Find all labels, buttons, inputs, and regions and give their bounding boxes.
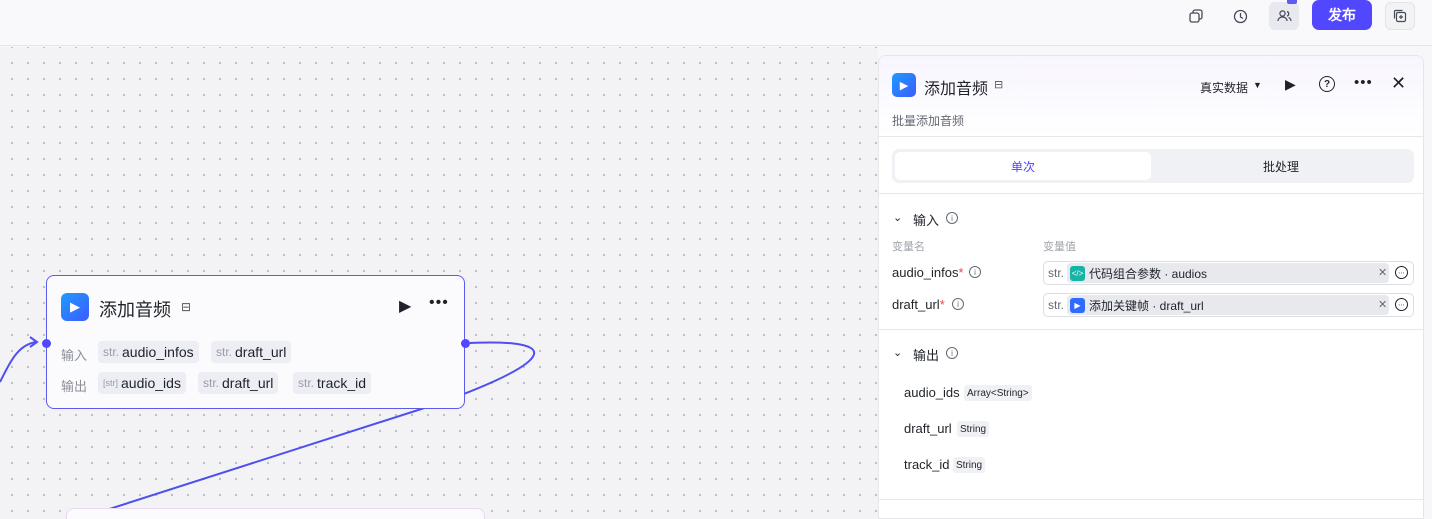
- output-variable-name: track_id: [904, 457, 950, 472]
- divider: [879, 499, 1423, 500]
- output-port[interactable]: [461, 339, 470, 348]
- data-mode-select[interactable]: 真实数据: [1200, 79, 1248, 96]
- output-tag: [str] audio_ids: [98, 372, 186, 394]
- output-section-title: 输出: [913, 348, 940, 363]
- input-tag: str. draft_url: [211, 341, 292, 363]
- col-header-value: 变量值: [1043, 241, 1076, 253]
- panel-description: 批量添加音频: [892, 114, 965, 128]
- audio-node[interactable]: ▶ 添加音频 ⊟ ▶ ••• 输入 str. audio_infos str. dr…: [42, 275, 470, 409]
- variable-name: draft_url*: [892, 297, 945, 312]
- duplicate-icon[interactable]: [1385, 2, 1415, 30]
- copy-icon[interactable]: [1181, 2, 1211, 30]
- video-logo-icon: ▶: [892, 73, 916, 97]
- variable-value-field[interactable]: str. </> 代码组合参数 · audios ✕ ⋯: [1043, 261, 1414, 285]
- info-icon[interactable]: i: [952, 298, 964, 310]
- collaborators-icon[interactable]: [1269, 0, 1299, 30]
- video-logo-icon: ▶: [61, 293, 89, 321]
- node-output-label: 输出: [61, 379, 88, 394]
- variable-select-icon[interactable]: ⋯: [1395, 266, 1408, 279]
- more-options-icon[interactable]: •••: [429, 294, 449, 312]
- close-icon[interactable]: ✕: [1391, 73, 1406, 94]
- info-icon[interactable]: i: [969, 266, 981, 278]
- run-node-icon[interactable]: ▶: [399, 296, 411, 316]
- info-icon[interactable]: i: [946, 212, 958, 224]
- history-icon[interactable]: [1225, 2, 1255, 30]
- chevron-down-icon[interactable]: ⌄: [893, 346, 902, 359]
- panel-title: 添加音频: [924, 81, 989, 98]
- col-header-name: 变量名: [892, 241, 925, 253]
- input-tag: str. audio_infos: [98, 341, 199, 363]
- tab-single[interactable]: 单次: [895, 152, 1151, 180]
- notification-badge: [1287, 0, 1297, 4]
- help-icon[interactable]: ?: [1319, 76, 1335, 92]
- input-section-title: 输入: [913, 213, 940, 228]
- more-options-icon[interactable]: •••: [1354, 74, 1373, 91]
- node-input-label: 输入: [61, 348, 88, 363]
- clear-icon[interactable]: ✕: [1378, 298, 1387, 311]
- info-icon[interactable]: i: [946, 347, 958, 359]
- output-variable-name: draft_url: [904, 421, 952, 436]
- variable-name: audio_infos*: [892, 265, 964, 280]
- variable-select-icon[interactable]: ⋯: [1395, 298, 1408, 311]
- caret-down-icon[interactable]: ▼: [1253, 80, 1262, 90]
- type-tag: String: [957, 421, 990, 437]
- type-tag: Array<String>: [964, 385, 1032, 401]
- video-logo-icon: ▶: [1070, 297, 1085, 313]
- input-port[interactable]: [42, 339, 51, 348]
- incoming-edge: [0, 341, 37, 383]
- plugin-icon: ⊟: [181, 300, 192, 314]
- divider: [879, 193, 1423, 194]
- output-variable-name: audio_ids: [904, 385, 960, 400]
- node-config-panel: ▶ 添加音频 ⊟ 真实数据 ▼ ▶ ? ••• ✕ 批量添加音频 单次 批处理 …: [878, 55, 1424, 519]
- workflow-canvas[interactable]: ▶ 添加音频 ⊟ ▶ ••• 输入 str. audio_infos str. dr…: [0, 47, 878, 519]
- publish-button[interactable]: 发布: [1312, 0, 1372, 30]
- code-icon: </>: [1070, 265, 1085, 281]
- type-prefix: str.: [1048, 266, 1065, 280]
- mode-tabs: 单次 批处理: [892, 149, 1414, 183]
- reference-chip: </> 代码组合参数 · audios: [1067, 263, 1389, 283]
- node-title: 添加音频: [99, 300, 171, 320]
- next-node[interactable]: [66, 508, 485, 519]
- type-tag: String: [953, 457, 986, 473]
- plugin-icon: ⊟: [994, 79, 1004, 91]
- reference-chip: ▶ 添加关键帧 · draft_url: [1067, 295, 1389, 315]
- divider: [879, 329, 1423, 330]
- output-tag: str. track_id: [293, 372, 372, 394]
- run-icon[interactable]: ▶: [1285, 76, 1296, 93]
- chevron-down-icon[interactable]: ⌄: [893, 211, 902, 224]
- type-prefix: str.: [1048, 298, 1065, 312]
- top-toolbar: 发布: [0, 0, 1432, 46]
- variable-value-field[interactable]: str. ▶ 添加关键帧 · draft_url ✕ ⋯: [1043, 293, 1414, 317]
- tab-batch[interactable]: 批处理: [1153, 152, 1409, 180]
- clear-icon[interactable]: ✕: [1378, 266, 1387, 279]
- output-tag: str. draft_url: [198, 372, 279, 394]
- panel-header: ▶ 添加音频 ⊟ 真实数据 ▼ ▶ ? ••• ✕ 批量添加音频: [879, 56, 1423, 137]
